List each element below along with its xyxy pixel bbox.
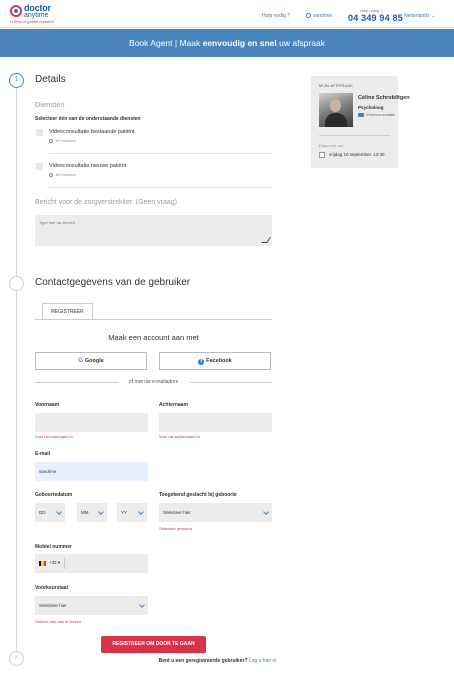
login-question: Bent u een geregistreerde gebruiker? (158, 658, 248, 664)
service-duration-text: 60 minuten (56, 138, 76, 143)
divider (49, 187, 272, 188)
birth-year-select[interactable]: YY (117, 503, 147, 522)
service-checkbox[interactable] (36, 129, 43, 136)
gender-error: Selecteer geslacht (159, 526, 192, 531)
clock-icon (49, 139, 53, 143)
service-duration-text: 60 minuten (56, 172, 76, 177)
language-selector[interactable]: Nederlands ⌄ (404, 13, 435, 19)
chevron-down-icon: ▾ (57, 560, 61, 565)
message-textarea[interactable] (35, 215, 272, 246)
facebook-signup-button[interactable]: f Facebook (159, 352, 271, 370)
logo-tagline: U bent in goede handen! (10, 19, 54, 24)
mobile-number-field[interactable] (67, 554, 148, 573)
facebook-icon: f (198, 359, 205, 365)
first-name-label: Voornaam (35, 402, 60, 408)
preferred-language-value: Selecteer hier (39, 603, 67, 608)
divider (190, 382, 272, 383)
details-heading: Details (35, 74, 66, 85)
services-prompt: Selecteer één van de onderstaande dienst… (35, 116, 141, 122)
service-name: Videoconsultatie bestaande patiënt (49, 129, 135, 135)
page-banner: Book Agent | Maak eenvoudig en snel uw a… (0, 29, 454, 57)
banner-suffix: uw afspraak (276, 38, 325, 48)
logo-mark-icon (10, 5, 22, 17)
gender-label: Toegekend geslacht bij geboorte (159, 492, 237, 498)
banner-prefix: Book Agent | Maak (129, 38, 203, 48)
first-name-field[interactable] (35, 413, 148, 432)
doctor-name: Céline Schrobiltgen (358, 95, 410, 101)
preferred-language-label: Voorkeurstaal (35, 585, 68, 591)
chevron-down-icon: ⌄ (430, 13, 436, 19)
contact-heading: Contactgegevens van de gebruiker (35, 277, 191, 288)
service-name: Videoconsultatie nieuwe patiënt (49, 163, 127, 169)
mobile-label: Mobiel nummer (35, 544, 72, 550)
google-signup-button[interactable]: G Google (35, 352, 147, 370)
step-1-indicator: 1 (9, 73, 24, 88)
date-time-value: vrijdag 10 september, 13:30 (329, 152, 385, 157)
last-name-error: Voer uw achternaam in (159, 434, 200, 439)
top-navigation-bar: doctor anytime U bent in goede handen! H… (0, 0, 454, 28)
birth-month-value: MM (81, 510, 89, 515)
gender-value: Selecteer hier (163, 510, 191, 515)
belgium-flag-icon[interactable] (39, 561, 46, 566)
doctor-avatar (319, 93, 353, 127)
chevron-down-icon (98, 509, 104, 515)
help-link[interactable]: Hulp nodig ? (262, 13, 290, 19)
google-icon: G (78, 358, 83, 364)
country-code: +32 (49, 560, 57, 565)
message-heading: Bericht voor de zorgverstrekker. (Geen v… (35, 199, 178, 206)
divider (49, 153, 272, 154)
divider (319, 135, 390, 136)
step-3-check-icon: ✓ (9, 651, 24, 666)
email-field[interactable] (35, 462, 148, 481)
register-submit-button[interactable]: REGISTREER OM DOOR TE GAAN (101, 636, 206, 653)
doctor-specialty: Psycholoog (358, 105, 384, 110)
phone-number[interactable]: 04 349 94 85 (348, 13, 403, 23)
banner-emphasis: eenvoudig en snel (202, 38, 277, 48)
date-time-label: Datum en uur (319, 143, 344, 148)
birth-day-select[interactable]: DD (35, 503, 65, 522)
tab-register[interactable]: REGISTREER (42, 303, 93, 320)
calendar-icon (319, 152, 325, 158)
gender-select[interactable]: Selecteer hier (159, 503, 272, 522)
last-name-field[interactable] (159, 413, 272, 432)
login-prompt: Bent u een geregistreerde gebruiker? Log… (35, 658, 400, 664)
service-checkbox[interactable] (36, 163, 43, 170)
birth-year-value: YY (121, 510, 128, 515)
video-camera-icon (358, 112, 364, 117)
tab-underline (35, 319, 272, 320)
last-name-label: Achternaam (159, 402, 188, 408)
chevron-down-icon (56, 509, 62, 515)
birthdate-label: Geboortedatum (35, 492, 73, 498)
birth-month-select[interactable]: MM (77, 503, 107, 522)
user-name: sandrine (313, 13, 333, 19)
language-label: Nederlands (404, 13, 430, 19)
divider (64, 557, 65, 569)
service-duration: 60 minuten (49, 172, 76, 177)
chevron-down-icon (138, 509, 144, 515)
login-link[interactable]: Log u hier in (249, 658, 277, 664)
email-label: E-mail (35, 451, 51, 457)
birth-day-value: DD (39, 510, 46, 515)
appointment-card-title: MIJN AFSPRAAK (319, 83, 354, 88)
services-heading: Diensten (35, 100, 65, 109)
step-progress-line (16, 80, 17, 658)
step-2-indicator (9, 276, 24, 291)
doctoranytime-logo[interactable]: doctor anytime U bent in goede handen! (10, 3, 80, 25)
chevron-down-icon (139, 602, 145, 608)
service-duration: 60 minuten (49, 138, 76, 143)
preferred-language-select[interactable]: Selecteer hier (35, 596, 148, 615)
first-name-error: Voer uw voornaam in (35, 434, 73, 439)
consultation-mode: Videoconsultatie (358, 112, 395, 117)
user-menu[interactable]: sandrine (306, 13, 332, 19)
country-code-select[interactable]: +32 ▾ (49, 560, 60, 566)
facebook-label: Facebook (206, 358, 232, 364)
create-account-heading: Maak een account aan met (108, 333, 199, 342)
chevron-down-icon (263, 509, 269, 515)
consultation-mode-text: Videoconsultatie (366, 112, 396, 117)
preferred-language-error: Gelieve een taal te kiezen (35, 619, 82, 624)
logo-text-anytime: anytime (24, 12, 49, 19)
user-icon (306, 13, 311, 18)
google-label: Google (84, 358, 104, 364)
clock-icon (49, 173, 53, 177)
